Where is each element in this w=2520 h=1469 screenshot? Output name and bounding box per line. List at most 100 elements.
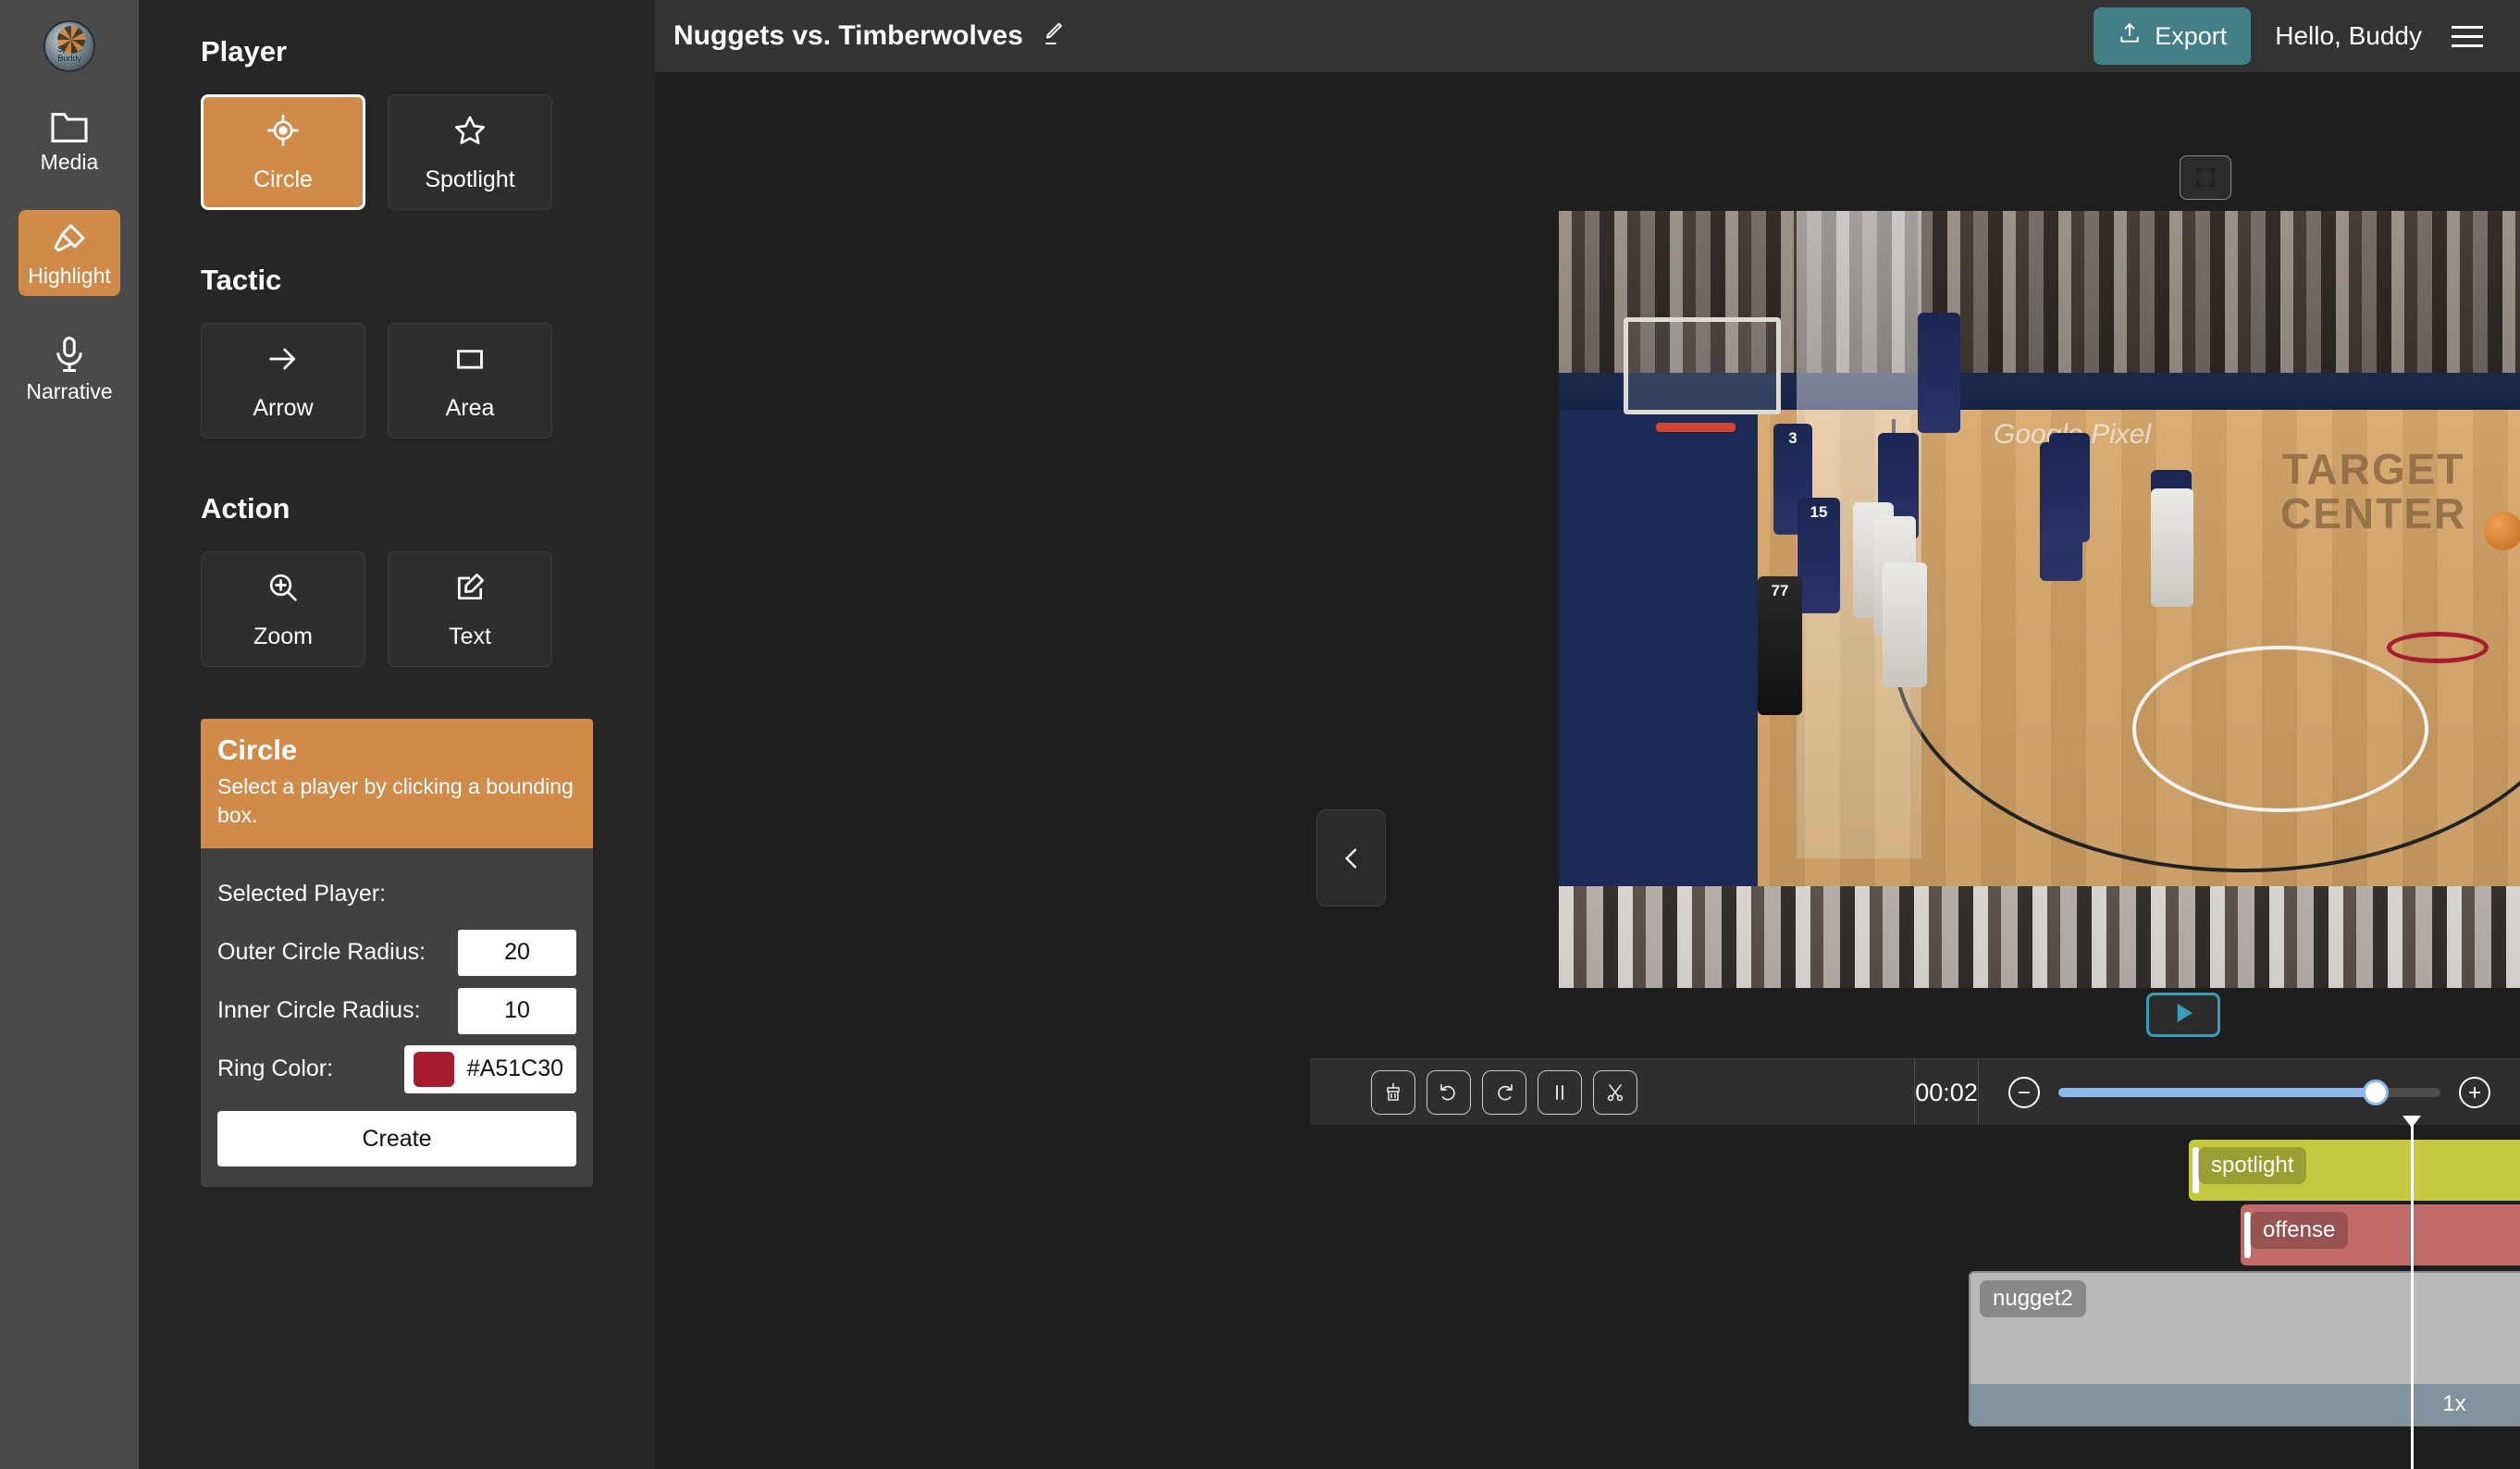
logo-wordmark: Sports Buddy: [57, 44, 81, 63]
tool-group-action: Zoom Text: [201, 551, 635, 667]
star-icon: [451, 112, 488, 154]
ring-color-picker[interactable]: #A51C30: [403, 1044, 576, 1093]
center-circle: [2132, 646, 2428, 812]
magnifier-plus-icon: [265, 569, 302, 611]
undo-icon[interactable]: [1427, 1069, 1471, 1115]
properties-hint: Select a player by clicking a bounding b…: [217, 774, 574, 828]
chevron-left-icon[interactable]: [1316, 809, 1386, 907]
export-button[interactable]: Export: [2094, 7, 2252, 65]
tool-text[interactable]: Text: [388, 551, 552, 667]
basketball: [2484, 512, 2520, 550]
slider-thumb[interactable]: [2362, 1079, 2389, 1105]
row-inner-radius: Inner Circle Radius:: [217, 981, 576, 1040]
tool-label: Text: [449, 623, 491, 649]
tool-arrow[interactable]: Arrow: [201, 323, 365, 438]
timeline-tracks[interactable]: spotlight offense nugget2 1x: [1310, 1116, 2520, 1469]
app-logo: Sports Buddy: [43, 20, 95, 72]
tool-spotlight[interactable]: Spotlight: [388, 94, 552, 210]
arrow-right-icon: [265, 340, 302, 382]
minus-circle-icon[interactable]: [2007, 1076, 2040, 1108]
redo-icon[interactable]: [1482, 1069, 1526, 1115]
rectangle-icon: [451, 340, 488, 382]
clip-label: nugget2: [1980, 1280, 2086, 1317]
tool-label: Zoom: [253, 623, 313, 649]
upload-icon: [2118, 21, 2142, 52]
crosshair-icon: [265, 112, 302, 154]
tool-group-tactic: Arrow Area: [201, 323, 635, 438]
court-paint-left: [1559, 410, 1758, 900]
hamburger-icon[interactable]: [2446, 20, 2489, 53]
time-display: 00:02 (63) / 00:04 (139): [1914, 1058, 1979, 1306]
inner-radius-input[interactable]: [458, 987, 576, 1034]
player-number: 3: [1788, 429, 1797, 447]
user-greeting: Hello, Buddy: [2275, 21, 2422, 50]
create-button[interactable]: Create: [217, 1111, 576, 1167]
page-title: Nuggets vs. Timberwolves: [673, 20, 1023, 51]
circle-properties-card: Circle Select a player by clicking a bou…: [201, 719, 593, 1188]
color-swatch[interactable]: [413, 1051, 454, 1087]
rail-item-label: Highlight: [28, 264, 111, 288]
timeline-clip-video[interactable]: nugget2 1x: [1969, 1271, 2520, 1426]
player-marker: [1918, 313, 1960, 433]
timeline-zoom-controls: [1979, 1076, 2520, 1108]
stage: Google Pixel TARGET CENTER FANDUEL 3 15: [655, 72, 2520, 1469]
player-marker: [2049, 433, 2090, 542]
fullscreen-icon[interactable]: [2180, 155, 2231, 200]
tool-label: Arrow: [253, 394, 314, 421]
player-number: 15: [1810, 503, 1828, 521]
rail-item-label: Narrative: [26, 379, 113, 403]
tool-circle[interactable]: Circle: [201, 94, 365, 210]
rail-item-narrative[interactable]: Narrative: [19, 324, 120, 412]
outer-radius-label: Outer Circle Radius:: [217, 939, 426, 966]
referee-marker: 77: [1758, 576, 1802, 715]
properties-header: Circle Select a player by clicking a bou…: [201, 719, 593, 849]
rail-item-media[interactable]: Media: [19, 100, 120, 182]
referee-number: 77: [1771, 582, 1789, 599]
video-preview[interactable]: Google Pixel TARGET CENTER FANDUEL 3 15: [1559, 211, 2520, 988]
rail-item-label: Media: [40, 150, 99, 174]
plus-circle-icon[interactable]: [2459, 1076, 2490, 1108]
timeline-clip-offense[interactable]: offense: [2241, 1204, 2520, 1265]
rail-item-highlight[interactable]: Highlight: [19, 210, 120, 296]
player-marker: [1883, 562, 1927, 687]
play-icon: [2169, 999, 2197, 1031]
top-bar-right: Export Hello, Buddy: [2094, 7, 2489, 65]
playhead[interactable]: [2403, 1116, 2421, 1469]
zoom-slider[interactable]: [2057, 1079, 2440, 1105]
icon-rail: Sports Buddy Media Highlight Narrative: [0, 0, 139, 1469]
play-button[interactable]: [2146, 993, 2220, 1037]
backboard-hoop: [1624, 317, 1781, 432]
tool-group-player: Circle Spotlight: [201, 94, 635, 210]
scissors-icon[interactable]: [1593, 1069, 1637, 1115]
app-root: Sports Buddy Media Highlight Narrative P…: [0, 0, 2520, 1469]
tool-area[interactable]: Area: [388, 323, 552, 438]
row-outer-radius: Outer Circle Radius:: [217, 923, 576, 981]
tool-label: Area: [445, 394, 495, 421]
player-marker: [2151, 488, 2193, 607]
timeline-toolbar: 00:02 (63) / 00:04 (139): [1310, 1058, 2520, 1306]
crowd-lower: [1559, 886, 2520, 988]
pencil-icon[interactable]: [1040, 20, 1068, 53]
row-ring-color: Ring Color: #A51C30: [217, 1040, 576, 1098]
player-marker: 15: [1797, 498, 1840, 613]
ring-color-label: Ring Color:: [217, 1055, 334, 1082]
export-label: Export: [2155, 21, 2228, 50]
timeline-clip-spotlight[interactable]: spotlight: [2189, 1140, 2520, 1201]
outer-radius-input[interactable]: [458, 929, 576, 976]
microphone-icon: [49, 335, 90, 374]
selected-player-label: Selected Player:: [217, 881, 387, 907]
tool-label: Spotlight: [425, 166, 515, 192]
pause-icon[interactable]: [1538, 1069, 1582, 1115]
clip-label: offense: [2250, 1212, 2349, 1249]
player-ring-highlight: [2387, 632, 2489, 663]
court-logo: TARGET CENTER: [2280, 445, 2467, 538]
brush-icon[interactable]: [1371, 1069, 1415, 1115]
highlighter-icon: [49, 221, 90, 258]
row-selected-player: Selected Player:: [217, 865, 576, 923]
ring-color-value: #A51C30: [466, 1055, 563, 1082]
properties-body: Selected Player: Outer Circle Radius: In…: [201, 848, 593, 1188]
slider-fill: [2057, 1087, 2376, 1097]
main-area: Nuggets vs. Timberwolves Export Hello, B…: [655, 0, 2520, 1469]
tool-label: Circle: [253, 166, 313, 192]
tool-zoom[interactable]: Zoom: [201, 551, 365, 667]
